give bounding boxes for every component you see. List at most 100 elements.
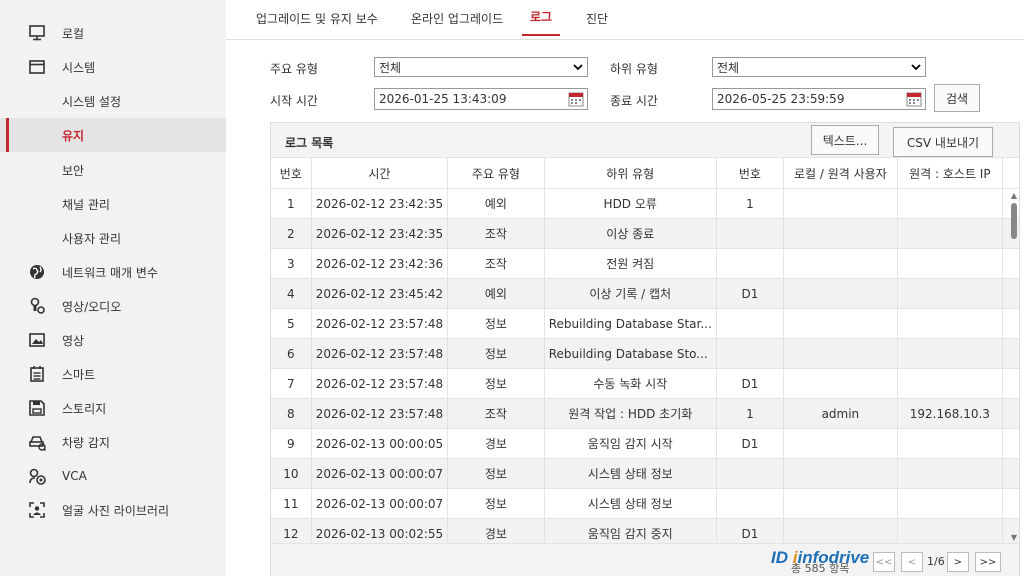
cell-index: 2 <box>271 218 312 249</box>
cell-major-type: 경보 <box>447 428 545 459</box>
sidebar-item-face-library[interactable]: 얼굴 사진 라이브러리 <box>0 493 226 527</box>
cell-channel: D1 <box>716 368 785 399</box>
sidebar-item-label: 영상/오디오 <box>62 299 122 314</box>
start-time-label: 시작 시간 <box>270 94 318 108</box>
sidebar-item-security[interactable]: 보안 <box>0 153 226 187</box>
cell-host-ip <box>897 218 1003 249</box>
cell-index: 3 <box>271 248 312 279</box>
export-csv-button[interactable]: CSV 내보내기 <box>893 127 993 157</box>
cell-host-ip <box>897 188 1003 219</box>
table-row[interactable]: 7 2026-02-12 23:57:48 정보 수동 녹화 시작 D1 <box>271 368 1019 399</box>
sidebar-item-system-settings[interactable]: 시스템 설정 <box>0 84 226 118</box>
cell-major-type: 정보 <box>447 338 545 369</box>
cell-channel <box>716 218 785 249</box>
tab-log[interactable]: 로그 <box>522 8 561 36</box>
prev-page-button[interactable]: < <box>901 552 923 572</box>
sidebar-item-label: 사용자 관리 <box>62 231 122 246</box>
cell-minor-type: 시스템 상태 정보 <box>544 458 717 489</box>
tab-diagnosis[interactable]: 진단 <box>586 10 608 38</box>
tab-upgrade-maintenance[interactable]: 업그레이드 및 유지 보수 <box>256 10 378 38</box>
scroll-thumb[interactable] <box>1011 203 1017 239</box>
column-header[interactable]: 원격 : 호스트 IP <box>897 157 1003 189</box>
sidebar-item-label: 네트워크 매개 변수 <box>62 265 158 280</box>
calendar-icon[interactable] <box>906 91 922 107</box>
export-text-button[interactable]: 텍스트... <box>811 125 879 155</box>
sidebar-item-storage[interactable]: 스토리지 <box>0 391 226 425</box>
search-button[interactable]: 검색 <box>934 84 980 112</box>
calendar-icon[interactable] <box>568 91 584 107</box>
page-indicator: 1/6 <box>927 555 945 568</box>
cell-minor-type: 원격 작업 : HDD 초기화 <box>544 398 717 429</box>
cell-index: 1 <box>271 188 312 219</box>
sidebar-item-channel-management[interactable]: 채널 관리 <box>0 187 226 221</box>
table-row[interactable]: 1 2026-02-12 23:42:35 예외 HDD 오류 1 <box>271 188 1019 219</box>
cell-channel <box>716 308 785 339</box>
cell-index: 8 <box>271 398 312 429</box>
scroll-down-icon[interactable]: ▼ <box>1009 533 1019 543</box>
start-time-input[interactable]: 2026-01-25 13:43:09 <box>374 88 588 110</box>
table-row[interactable]: 4 2026-02-12 23:45:42 예외 이상 기록 / 캡처 D1 <box>271 278 1019 309</box>
cell-major-type: 조작 <box>447 218 545 249</box>
first-page-button[interactable]: << <box>873 552 895 572</box>
column-header[interactable]: 로컬 / 원격 사용자 <box>783 157 898 189</box>
table-row[interactable]: 8 2026-02-12 23:57:48 조작 원격 작업 : HDD 초기화 1 ad… <box>271 398 1019 429</box>
table-row[interactable]: 2 2026-02-12 23:42:35 조작 이상 종료 <box>271 218 1019 249</box>
column-header[interactable]: 시간 <box>311 157 449 189</box>
sidebar-item-label: 영상 <box>62 333 85 348</box>
end-time-value: 2026-05-25 23:59:59 <box>717 92 845 106</box>
cell-index: 7 <box>271 368 312 399</box>
cell-user <box>783 188 898 219</box>
sidebar-item-network[interactable]: 네트워크 매개 변수 <box>0 255 226 289</box>
sidebar-item-user-management[interactable]: 사용자 관리 <box>0 221 226 255</box>
cell-time: 2026-02-12 23:57:48 <box>311 368 449 399</box>
cell-user <box>783 428 898 459</box>
cell-time: 2026-02-13 00:00:07 <box>311 458 449 489</box>
column-header[interactable]: 주요 유형 <box>447 157 545 189</box>
table-row[interactable]: 9 2026-02-13 00:00:05 경보 움직임 감지 시작 D1 <box>271 428 1019 459</box>
cell-index: 5 <box>271 308 312 339</box>
sidebar-item-label: 얼굴 사진 라이브러리 <box>62 503 169 518</box>
scroll-up-icon[interactable]: ▲ <box>1009 191 1019 201</box>
sidebar-item-local[interactable]: 로컬 <box>0 16 226 50</box>
table-row[interactable]: 3 2026-02-12 23:42:36 조작 전원 켜짐 <box>271 248 1019 279</box>
column-header[interactable]: 번호 <box>271 157 312 189</box>
cell-major-type: 정보 <box>447 488 545 519</box>
cell-minor-type: Rebuilding Database Sto... <box>544 338 717 369</box>
storage-icon <box>26 397 48 419</box>
tab-online-upgrade[interactable]: 온라인 업그레이드 <box>411 10 503 38</box>
sidebar-item-vehicle-detection[interactable]: 차량 감지 <box>0 425 226 459</box>
cell-major-type: 예외 <box>447 278 545 309</box>
table-row[interactable]: 10 2026-02-13 00:00:07 정보 시스템 상태 정보 <box>271 458 1019 489</box>
table-row[interactable]: 11 2026-02-13 00:00:07 정보 시스템 상태 정보 <box>271 488 1019 519</box>
column-header[interactable]: 하위 유형 <box>544 157 717 189</box>
cell-user <box>783 488 898 519</box>
face-icon <box>26 499 48 521</box>
column-header[interactable]: 번호 <box>716 157 785 189</box>
table-row[interactable]: 5 2026-02-12 23:57:48 정보 Rebuilding Databas… <box>271 308 1019 339</box>
table-row[interactable]: 6 2026-02-12 23:57:48 정보 Rebuilding Databas… <box>271 338 1019 369</box>
sidebar-item-label: 스마트 <box>62 367 96 382</box>
sidebar-item-video-audio[interactable]: 영상/오디오 <box>0 289 226 323</box>
cell-minor-type: 시스템 상태 정보 <box>544 488 717 519</box>
cell-channel <box>716 458 785 489</box>
sidebar-item-image[interactable]: 영상 <box>0 323 226 357</box>
sidebar-item-maintenance[interactable]: 유지 <box>0 118 226 152</box>
minor-type-value: 전체 <box>717 60 740 75</box>
cell-major-type: 정보 <box>447 308 545 339</box>
end-time-input[interactable]: 2026-05-25 23:59:59 <box>712 88 926 110</box>
monitor-icon <box>26 22 48 44</box>
table-scrollbar[interactable]: ▲ ▼ <box>1009 191 1019 543</box>
cell-user <box>783 368 898 399</box>
major-type-select[interactable]: 전체 <box>374 57 588 77</box>
last-page-button[interactable]: >> <box>975 552 1001 572</box>
image-icon <box>26 329 48 351</box>
smart-icon <box>26 363 48 385</box>
minor-type-select[interactable]: 전체 <box>712 57 926 77</box>
cell-channel <box>716 248 785 279</box>
cell-host-ip <box>897 368 1003 399</box>
sidebar-item-smart[interactable]: 스마트 <box>0 357 226 391</box>
next-page-button[interactable]: > <box>947 552 969 572</box>
cell-host-ip <box>897 428 1003 459</box>
sidebar-item-vca[interactable]: VCA <box>0 459 226 493</box>
sidebar-item-system[interactable]: 시스템 <box>0 50 226 84</box>
